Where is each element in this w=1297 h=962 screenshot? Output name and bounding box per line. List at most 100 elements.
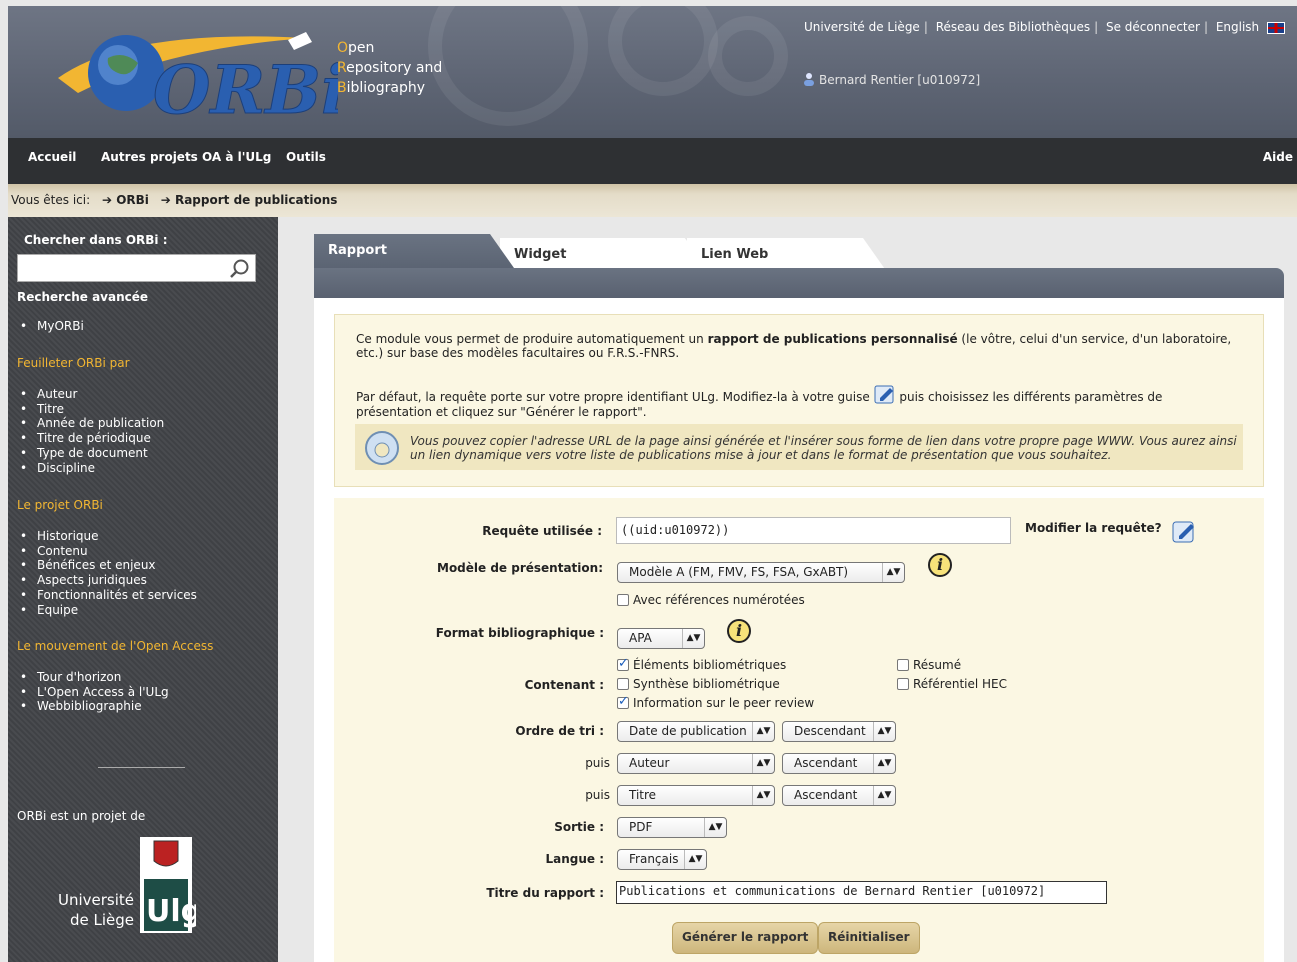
sidebar-item-aspects-juridiques[interactable]: Aspects juridiques: [20, 573, 197, 588]
tip-note: Vous pouvez copier l'adresse URL de la p…: [355, 424, 1243, 470]
then-label: puis: [585, 788, 610, 802]
oa-list: Tour d'horizon L'Open Access à l'ULg Web…: [20, 670, 169, 714]
tagline-line: Open: [337, 40, 375, 56]
search-icon[interactable]: [229, 258, 251, 280]
lifebuoy-icon: [365, 431, 399, 465]
browse-list: Auteur Titre Année de publication Titre …: [20, 387, 164, 475]
query-field[interactable]: ((uid:u010972)): [616, 517, 1011, 544]
sidebar-item-contenu[interactable]: Contenu: [20, 544, 197, 559]
panel-header: [314, 268, 1284, 298]
sidebar-item-titre-periodique[interactable]: Titre de périodique: [20, 431, 164, 446]
search-input[interactable]: [18, 255, 218, 281]
checkbox-referentiel-hec[interactable]: Référentiel HEC: [897, 677, 1007, 691]
link-logout[interactable]: Se déconnecter: [1106, 20, 1200, 34]
current-user: Bernard Rentier [u010972]: [803, 72, 980, 87]
background-decoration: [608, 6, 718, 96]
modify-query-label: Modifier la requête?: [1025, 521, 1162, 535]
site-header: ORBi Open Repository and Bibliography Un…: [8, 6, 1297, 138]
myorbi-list: MyORBi: [20, 319, 84, 334]
checkbox-elements-bibliometriques[interactable]: Éléments bibliométriques: [617, 656, 786, 672]
browse-title: Feuilleter ORBi par: [17, 356, 130, 370]
format-info-icon[interactable]: i: [727, 619, 751, 643]
intro-box: Ce module vous permet de produire automa…: [334, 314, 1264, 487]
sort-direction-1-select[interactable]: Descendant ▲▼: [782, 721, 896, 742]
sidebar-divider: [98, 767, 185, 768]
oa-title: Le mouvement de l'Open Access: [17, 639, 214, 653]
format-select[interactable]: APA ▲▼: [617, 628, 705, 649]
intro-paragraph-1: Ce module vous permet de produire automa…: [356, 332, 1232, 360]
ulg-logo[interactable]: Ulg Université de Liège: [56, 835, 196, 935]
model-info-icon[interactable]: i: [928, 553, 952, 577]
breadcrumb-orbi[interactable]: ➔ ORBi: [102, 193, 149, 207]
tab-widget[interactable]: Widget: [500, 238, 710, 272]
edit-query-icon[interactable]: [1172, 518, 1198, 544]
report-form: Requête utilisée : ((uid:u010972)) Modif…: [334, 498, 1264, 962]
link-language-english[interactable]: English: [1216, 20, 1259, 34]
language-select[interactable]: Français ▲▼: [617, 849, 707, 870]
sidebar-item-historique[interactable]: Historique: [20, 529, 197, 544]
sort-field-3-select[interactable]: Titre ▲▼: [617, 785, 775, 806]
nav-autres-projets[interactable]: Autres projets OA à l'ULg: [101, 150, 271, 164]
nav-aide[interactable]: Aide: [1263, 150, 1293, 164]
intro-paragraph-2: Par défaut, la requête porte sur votre p…: [356, 383, 1162, 419]
uk-flag-icon[interactable]: [1267, 21, 1285, 34]
language-label: Langue :: [545, 852, 604, 866]
sidebar-item-benefices[interactable]: Bénéfices et enjeux: [20, 558, 197, 573]
sort-field-2-select[interactable]: Auteur ▲▼: [617, 753, 775, 774]
main-nav: Accueil Autres projets OA à l'ULg Outils…: [8, 138, 1297, 184]
then-label: puis: [585, 756, 610, 770]
sidebar-search: [17, 254, 256, 282]
format-label: Format bibliographique :: [435, 626, 604, 640]
orbi-logo[interactable]: ORBi: [48, 18, 338, 128]
university-line-2: de Liège: [70, 911, 134, 929]
sort-direction-2-select[interactable]: Ascendant ▲▼: [782, 753, 896, 774]
sidebar-item-type-document[interactable]: Type de document: [20, 446, 164, 461]
sidebar-item-titre[interactable]: Titre: [20, 402, 164, 417]
sort-direction-3-select[interactable]: Ascendant ▲▼: [782, 785, 896, 806]
output-select[interactable]: PDF ▲▼: [617, 817, 727, 838]
sidebar-item-myorbi[interactable]: MyORBi: [20, 319, 84, 334]
sort-label: Ordre de tri :: [515, 724, 604, 738]
sidebar-search-title: Chercher dans ORBi :: [24, 233, 168, 247]
breadcrumb-rapport: ➔ Rapport de publications: [160, 193, 338, 207]
tab-lien-web[interactable]: Lien Web: [687, 238, 887, 272]
tip-text: Vous pouvez copier l'adresse URL de la p…: [410, 434, 1237, 462]
breadcrumb: Vous êtes ici: ➔ ORBi ➔ Rapport de publi…: [8, 184, 1297, 217]
sidebar-item-auteur[interactable]: Auteur: [20, 387, 164, 402]
university-line-1: Université: [58, 891, 134, 909]
sort-field-1-select[interactable]: Date de publication ▲▼: [617, 721, 775, 742]
tagline-line: Repository and: [337, 60, 443, 76]
link-reseau-bibliotheques[interactable]: Réseau des Bibliothèques: [936, 20, 1090, 34]
nav-accueil[interactable]: Accueil: [28, 150, 76, 164]
sidebar-item-annee[interactable]: Année de publication: [20, 416, 164, 431]
user-name: Bernard Rentier [u010972]: [819, 73, 981, 87]
sidebar-item-fonctionnalites[interactable]: Fonctionnalités et services: [20, 588, 197, 603]
link-universite[interactable]: Université de Liège: [804, 20, 920, 34]
numbered-references-checkbox[interactable]: Avec références numérotées: [617, 593, 805, 607]
advanced-search-link[interactable]: Recherche avancée: [17, 290, 148, 304]
sidebar-item-discipline[interactable]: Discipline: [20, 461, 164, 476]
tab-rapport[interactable]: Rapport: [314, 234, 514, 268]
ulg-mark: Ulg: [146, 894, 196, 929]
report-title-input[interactable]: Publications et communications de Bernar…: [616, 881, 1107, 904]
content-label: Contenant :: [524, 678, 604, 692]
checkbox-synthese-bibliometrique[interactable]: Synthèse bibliométrique: [617, 677, 780, 691]
checkbox-peer-review[interactable]: Information sur le peer review: [617, 694, 814, 710]
sidebar-item-webbibliographie[interactable]: Webbibliographie: [20, 699, 169, 714]
output-label: Sortie :: [554, 820, 604, 834]
sidebar-item-equipe[interactable]: Equipe: [20, 603, 197, 618]
model-label: Modèle de présentation:: [437, 561, 603, 575]
model-select[interactable]: Modèle A (FM, FMV, FS, FSA, GxABT) ▲▼: [617, 562, 905, 583]
generate-report-button[interactable]: Générer le rapport: [672, 922, 819, 954]
logo-text: ORBi: [153, 51, 338, 128]
top-links: Université de Liège | Réseau des Biblioth…: [804, 20, 1285, 34]
sidebar-item-oa-ulg[interactable]: L'Open Access à l'ULg: [20, 685, 169, 700]
background-decoration: [428, 6, 588, 126]
edit-query-icon[interactable]: [874, 383, 896, 405]
nav-outils[interactable]: Outils: [286, 150, 326, 164]
reset-button[interactable]: Réinitialiser: [818, 922, 920, 954]
background-decoration: [708, 16, 788, 96]
checkbox-resume[interactable]: Résumé: [897, 658, 961, 672]
sidebar-item-tour-horizon[interactable]: Tour d'horizon: [20, 670, 169, 685]
query-label: Requête utilisée :: [482, 524, 602, 538]
